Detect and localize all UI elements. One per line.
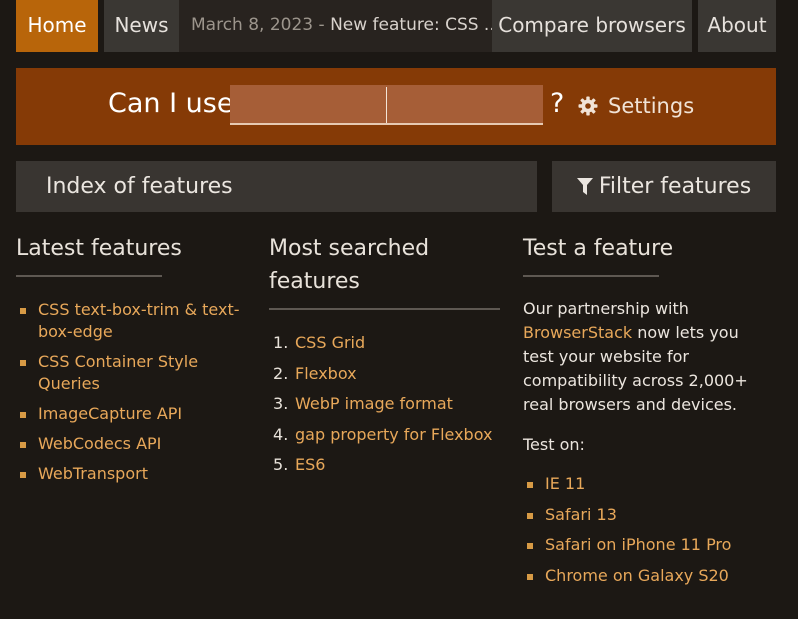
nav-home[interactable]: Home	[16, 0, 98, 52]
list-item: Chrome on Galaxy S20	[523, 565, 768, 587]
top-nav: Home News March 8, 2023 - New feature: C…	[16, 0, 776, 52]
most-searched-link[interactable]: Flexbox	[295, 364, 357, 383]
test-feature-section: Test a feature Our partnership with Brow…	[523, 232, 768, 595]
filter-features-button[interactable]: Filter features	[552, 161, 776, 212]
latest-news-date: March 8, 2023	[191, 15, 314, 35]
latest-features-heading: Latest features	[16, 236, 182, 261]
latest-feature-link[interactable]: ImageCapture API	[38, 404, 182, 423]
test-feature-heading: Test a feature	[523, 236, 674, 261]
list-item: Flexbox	[273, 363, 500, 385]
index-of-features-button[interactable]: Index of features	[16, 161, 537, 212]
settings-button[interactable]: Settings	[578, 94, 694, 118]
search-banner: Can I use ? Settings	[16, 68, 776, 145]
latest-features-list: CSS text-box-trim & text-box-edge CSS Co…	[16, 299, 254, 485]
filter-features-label: Filter features	[598, 174, 752, 199]
latest-feature-link[interactable]: WebTransport	[38, 464, 148, 483]
latest-news-title: New feature: CSS ...	[330, 15, 492, 35]
most-searched-link[interactable]: ES6	[295, 455, 325, 474]
filter-icon	[576, 177, 593, 195]
list-item: WebTransport	[16, 463, 254, 485]
test-on-label: Test on:	[523, 435, 585, 454]
nav-latest-news[interactable]: March 8, 2023 - New feature: CSS ...	[179, 0, 492, 52]
list-item: ImageCapture API	[16, 403, 254, 425]
list-item: CSS Container Style Queries	[16, 351, 254, 395]
latest-feature-link[interactable]: CSS Container Style Queries	[38, 352, 198, 393]
list-item: gap property for Flexbox	[273, 424, 500, 446]
list-item: IE 11	[523, 473, 768, 495]
latest-feature-link[interactable]: WebCodecs API	[38, 434, 161, 453]
can-i-use-label: Can I use	[108, 88, 234, 119]
nav-compare-browsers[interactable]: Compare browsers	[492, 0, 692, 52]
test-browser-link[interactable]: Chrome on Galaxy S20	[545, 566, 729, 585]
heading-divider	[523, 275, 659, 277]
nav-about[interactable]: About	[698, 0, 776, 52]
most-searched-heading: Most searched features	[269, 236, 430, 294]
most-searched-link[interactable]: gap property for Flexbox	[295, 425, 492, 444]
latest-features-section: Latest features CSS text-box-trim & text…	[16, 232, 254, 493]
gear-icon	[578, 96, 598, 116]
search-box[interactable]	[230, 85, 543, 125]
most-searched-link[interactable]: CSS Grid	[295, 333, 365, 352]
nav-news[interactable]: News	[104, 0, 179, 52]
test-on-list: IE 11 Safari 13 Safari on iPhone 11 Pro …	[523, 473, 768, 587]
test-browser-link[interactable]: Safari 13	[545, 505, 617, 524]
latest-feature-link[interactable]: CSS text-box-trim & text-box-edge	[38, 300, 240, 341]
latest-news-separator: -	[313, 15, 331, 35]
most-searched-link[interactable]: WebP image format	[295, 394, 453, 413]
text-cursor	[386, 87, 387, 123]
partnership-text: Our partnership with BrowserStack now le…	[523, 297, 768, 417]
question-mark: ?	[550, 88, 565, 119]
test-browser-link[interactable]: IE 11	[545, 474, 585, 493]
list-item: WebP image format	[273, 393, 500, 415]
list-item: CSS Grid	[273, 332, 500, 354]
heading-divider	[16, 275, 162, 277]
most-searched-list: CSS Grid Flexbox WebP image format gap p…	[269, 332, 500, 476]
list-item: WebCodecs API	[16, 433, 254, 455]
browserstack-link[interactable]: BrowserStack	[523, 323, 632, 342]
heading-divider	[269, 308, 500, 310]
settings-label: Settings	[608, 94, 695, 118]
list-item: CSS text-box-trim & text-box-edge	[16, 299, 254, 343]
most-searched-section: Most searched features CSS Grid Flexbox …	[269, 232, 500, 485]
list-item: Safari 13	[523, 504, 768, 526]
list-item: ES6	[273, 454, 500, 476]
partnership-text-before: Our partnership with	[523, 299, 689, 318]
test-browser-link[interactable]: Safari on iPhone 11 Pro	[545, 535, 731, 554]
list-item: Safari on iPhone 11 Pro	[523, 534, 768, 556]
